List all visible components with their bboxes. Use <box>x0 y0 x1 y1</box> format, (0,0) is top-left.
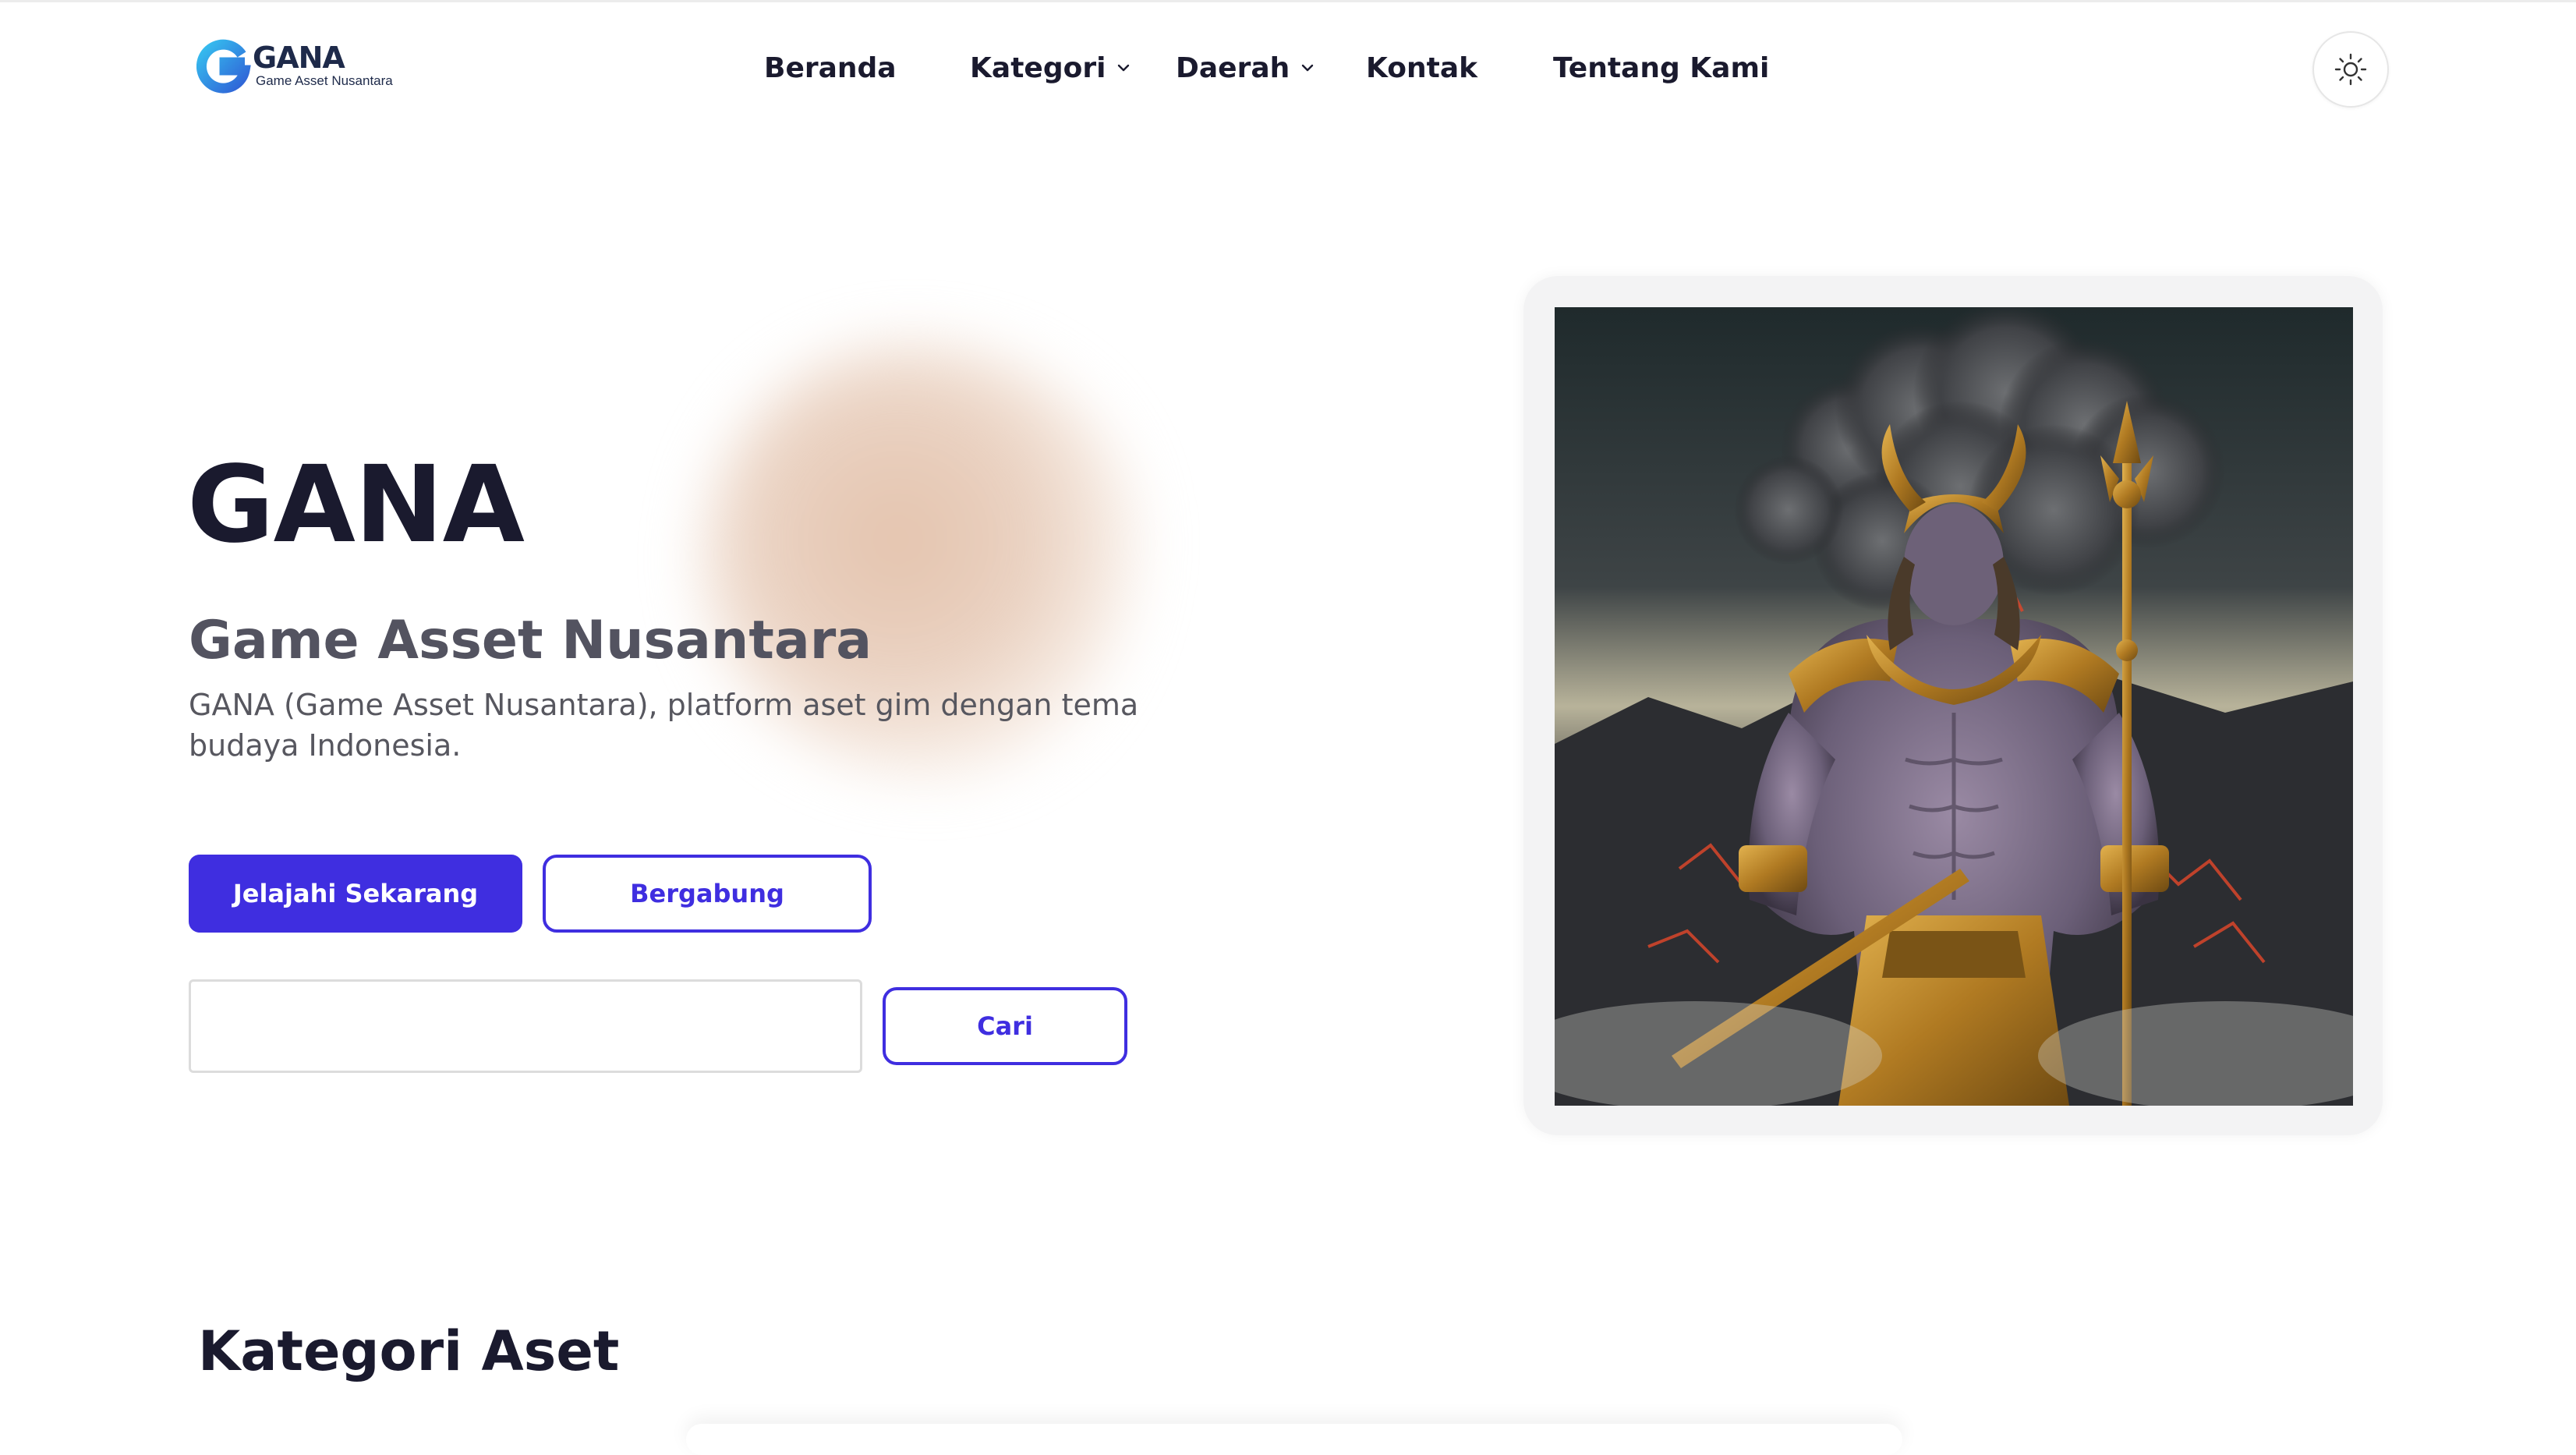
nav-label: Daerah <box>1176 51 1290 84</box>
nav-kategori[interactable]: Kategori <box>970 48 1132 87</box>
sun-icon <box>2334 53 2367 86</box>
nav-label: Kategori <box>970 51 1106 84</box>
chevron-down-icon <box>1302 64 1314 72</box>
warrior-illustration-art <box>1555 307 2353 1106</box>
theme-toggle-button[interactable] <box>2312 31 2389 108</box>
search-input[interactable] <box>189 979 862 1073</box>
join-button[interactable]: Bergabung <box>543 855 872 933</box>
top-border <box>0 0 2576 2</box>
warrior-illustration <box>1555 307 2353 1106</box>
nav-label: Beranda <box>764 51 897 84</box>
hero-description: GANA (Game Asset Nusantara), platform as… <box>189 688 1139 763</box>
search-button[interactable]: Cari <box>883 987 1127 1065</box>
category-card-edge <box>686 1424 1902 1455</box>
nav-beranda[interactable]: Beranda <box>764 48 897 87</box>
nav-kontak[interactable]: Kontak <box>1366 48 1477 87</box>
explore-now-button[interactable]: Jelajahi Sekarang <box>189 855 522 933</box>
logo-tagline: Game Asset Nusantara <box>256 73 393 88</box>
chevron-down-icon <box>1118 64 1130 72</box>
hero-title: GANA <box>187 444 525 567</box>
g-logo-icon <box>196 39 251 94</box>
categories-section-title: Kategori Aset <box>198 1319 620 1383</box>
hero-subtitle: Game Asset Nusantara <box>189 610 872 671</box>
nav-daerah[interactable]: Daerah <box>1176 48 1316 87</box>
nav-label: Tentang Kami <box>1553 51 1770 84</box>
logo-wordmark: GANA <box>253 41 345 75</box>
nav-tentang-kami[interactable]: Tentang Kami <box>1553 48 1769 87</box>
nav-label: Kontak <box>1366 51 1478 84</box>
brand-logo[interactable]: GANA Game Asset Nusantara <box>196 39 430 95</box>
